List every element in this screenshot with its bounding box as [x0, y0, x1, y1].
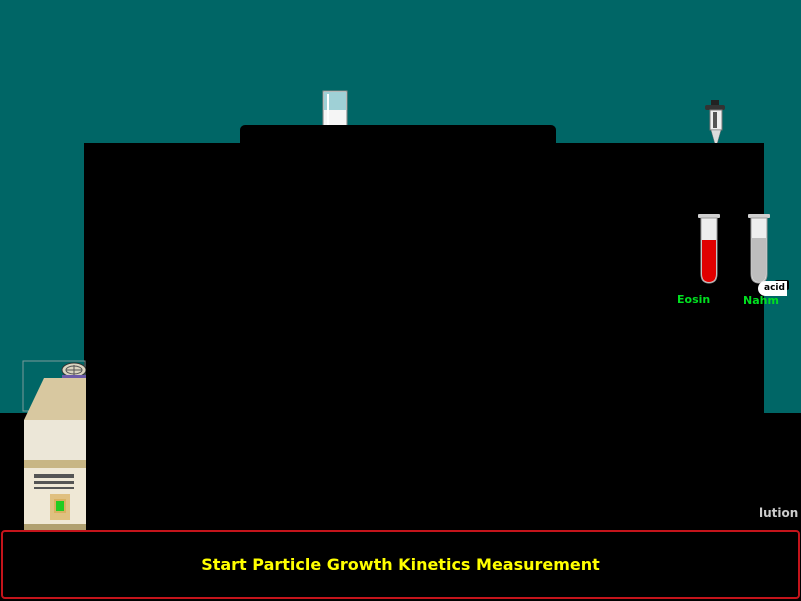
instrument-cover: [84, 143, 764, 533]
power-led-icon: [56, 501, 64, 511]
start-measurement-label: Start Particle Growth Kinetics Measureme…: [201, 555, 600, 574]
fan-icon: [61, 362, 86, 379]
eosin-label: Eosin: [677, 293, 711, 306]
test-tube-icon[interactable]: [697, 214, 721, 284]
spectrometer-instrument[interactable]: [22, 360, 86, 532]
micropipette-icon[interactable]: [703, 100, 727, 144]
start-measurement-button[interactable]: Start Particle Growth Kinetics Measureme…: [1, 530, 800, 599]
solution-label: lution: [759, 506, 799, 520]
test-tube-icon[interactable]: [747, 214, 771, 284]
acid-label: acid: [758, 281, 787, 296]
